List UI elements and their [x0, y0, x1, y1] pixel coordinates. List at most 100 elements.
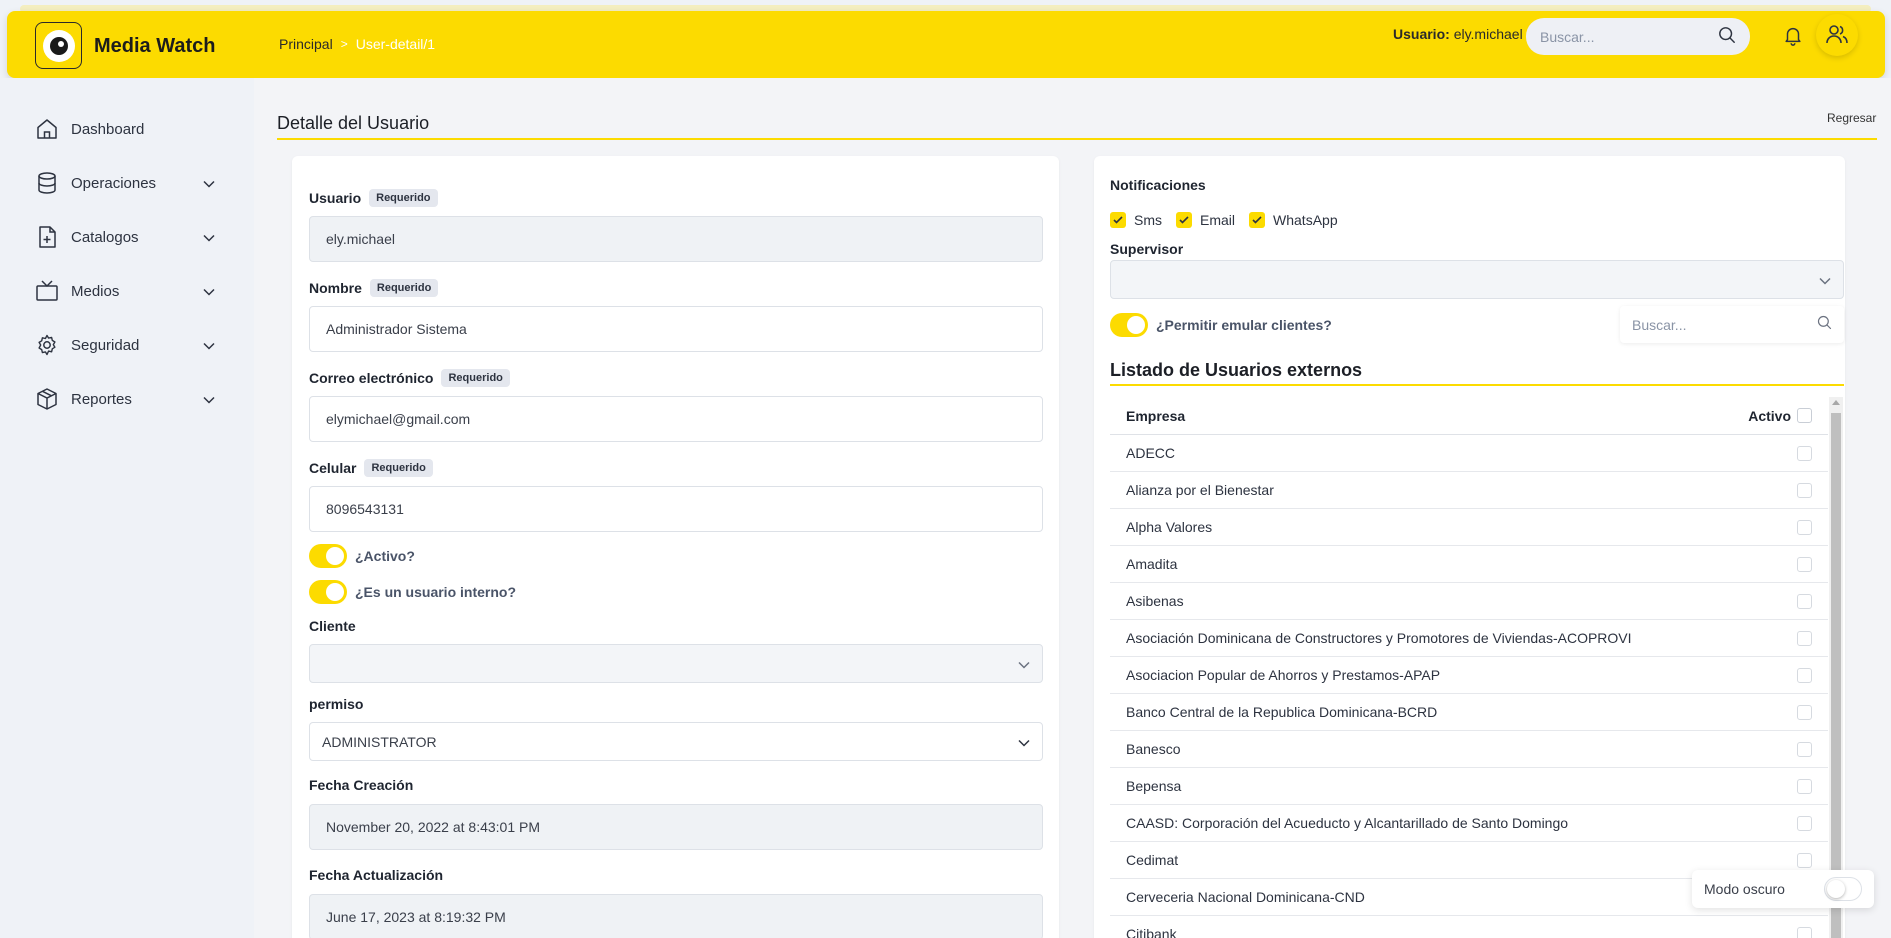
eye-logo-icon [42, 29, 75, 62]
header-search-input[interactable] [1540, 28, 1710, 45]
table-row: Asociacion Popular de Ahorros y Prestamo… [1110, 657, 1828, 694]
row-checkbox[interactable] [1797, 556, 1812, 572]
celular-label-text: Celular [309, 460, 357, 476]
sidebar-item-label: Operaciones [71, 174, 157, 192]
table-row: Banesco [1110, 731, 1828, 768]
sidebar-item-medios[interactable]: Medios [35, 276, 215, 306]
app-logo[interactable] [35, 22, 82, 69]
gear-icon [35, 333, 59, 357]
row-checkbox[interactable] [1797, 741, 1812, 757]
supervisor-select[interactable] [1110, 260, 1844, 299]
row-checkbox[interactable] [1797, 926, 1812, 938]
celular-field[interactable]: 8096543131 [309, 486, 1043, 532]
chevron-down-icon [203, 283, 215, 300]
empresa-name: Alianza por el Bienestar [1126, 482, 1274, 498]
row-checkbox[interactable] [1797, 815, 1812, 831]
breadcrumb-current: User-detail/1 [355, 36, 436, 52]
check-icon[interactable] [1176, 212, 1192, 228]
chevron-down-icon [1018, 734, 1030, 750]
empresa-name: ADECC [1126, 445, 1176, 461]
external-users-search[interactable] [1620, 306, 1844, 343]
activo-toggle[interactable]: ¿Activo? [309, 544, 415, 568]
dark-mode-switch[interactable] [1824, 877, 1862, 901]
usuario-field[interactable]: ely.michael [309, 216, 1043, 262]
check-icon[interactable] [1249, 212, 1266, 228]
table-row: Bepensa [1110, 768, 1828, 805]
external-users-table: Empresa Activo ADECC Alianza por el Bien… [1110, 397, 1828, 938]
table-scrollbar[interactable] [1829, 397, 1843, 938]
interno-switch[interactable] [309, 580, 347, 604]
correo-label: Correo electrónico Requerido [309, 369, 510, 387]
sidebar-item-label: Medios [71, 282, 120, 300]
sidebar-item-operaciones[interactable]: Operaciones [35, 168, 215, 198]
box-icon [35, 387, 59, 411]
row-checkbox[interactable] [1797, 778, 1812, 794]
emular-toggle[interactable]: ¿Permitir emular clientes? [1110, 313, 1332, 337]
home-icon [35, 117, 59, 141]
interno-toggle[interactable]: ¿Es un usuario interno? [309, 580, 516, 604]
table-row: Asibenas [1110, 583, 1828, 620]
row-checkbox[interactable] [1797, 667, 1812, 683]
row-checkbox[interactable] [1797, 482, 1812, 498]
permiso-label: permiso [309, 696, 364, 712]
sidebar-item-reportes[interactable]: Reportes [35, 384, 215, 414]
nombre-field[interactable]: Administrador Sistema [309, 306, 1043, 352]
notification-options: Sms Email WhatsApp [1110, 212, 1352, 228]
emular-switch[interactable] [1110, 313, 1148, 337]
scroll-thumb[interactable] [1831, 413, 1841, 938]
row-checkbox[interactable] [1797, 852, 1812, 868]
permiso-value: ADMINISTRATOR [322, 733, 437, 750]
sidebar-item-catalogos[interactable]: Catalogos [35, 222, 215, 252]
correo-label-text: Correo electrónico [309, 370, 434, 386]
search-icon[interactable] [1718, 26, 1736, 48]
user-name: ely.michael [1453, 26, 1523, 42]
usuario-label-text: Usuario [309, 190, 362, 206]
app-title: Media Watch [94, 35, 216, 57]
required-badge: Requerido [364, 459, 433, 477]
row-checkbox[interactable] [1797, 519, 1812, 535]
fecha-actualizacion-label: Fecha Actualización [309, 867, 444, 883]
cliente-select[interactable] [309, 644, 1043, 683]
breadcrumb-separator: > [340, 37, 348, 51]
interno-label: ¿Es un usuario interno? [355, 584, 517, 600]
activo-switch[interactable] [309, 544, 347, 568]
sms-checkbox[interactable]: Sms [1110, 212, 1162, 228]
breadcrumb-home[interactable]: Principal [279, 36, 333, 52]
sidebar-item-label: Dashboard [71, 120, 145, 138]
tv-icon [35, 279, 59, 303]
external-users-divider [1110, 384, 1844, 386]
dark-mode-toggle[interactable]: Modo oscuro [1692, 870, 1874, 908]
row-checkbox[interactable] [1797, 445, 1812, 461]
required-badge: Requerido [369, 279, 439, 297]
email-field[interactable]: elymichael@gmail.com [309, 396, 1043, 442]
scroll-up-arrow[interactable] [1832, 400, 1840, 405]
permiso-select[interactable]: ADMINISTRATOR [309, 722, 1043, 761]
search-icon[interactable] [1817, 315, 1832, 334]
table-row: Asociación Dominicana de Constructores y… [1110, 620, 1828, 657]
external-users-search-input[interactable] [1632, 316, 1802, 333]
sidebar-item-label: Seguridad [71, 336, 140, 354]
header-search[interactable] [1526, 18, 1750, 55]
sidebar-item-seguridad[interactable]: Seguridad [35, 330, 215, 360]
sidebar-item-dashboard[interactable]: Dashboard [35, 114, 215, 144]
row-checkbox[interactable] [1797, 593, 1812, 609]
fecha-actualizacion-field: June 17, 2023 at 8:19:32 PM [309, 894, 1043, 938]
nombre-label: Nombre Requerido [309, 279, 439, 297]
whatsapp-checkbox[interactable]: WhatsApp [1249, 212, 1338, 228]
table-row: Alianza por el Bienestar [1110, 472, 1828, 509]
whatsapp-label: WhatsApp [1273, 212, 1338, 228]
page-title: Detalle del Usuario [277, 113, 430, 133]
sidebar [0, 78, 254, 938]
table-row: Citibank [1110, 916, 1828, 938]
emular-label: ¿Permitir emular clientes? [1156, 317, 1332, 333]
email-checkbox[interactable]: Email [1176, 212, 1235, 228]
row-checkbox[interactable] [1797, 630, 1812, 646]
bell-icon[interactable] [1782, 24, 1804, 50]
back-link[interactable]: Regresar [1827, 111, 1876, 125]
required-badge: Requerido [441, 369, 510, 387]
select-all-checkbox[interactable] [1797, 408, 1812, 423]
check-icon[interactable] [1110, 212, 1126, 228]
chevron-down-icon [1018, 656, 1030, 672]
row-checkbox[interactable] [1797, 704, 1812, 720]
users-icon[interactable] [1816, 14, 1858, 56]
